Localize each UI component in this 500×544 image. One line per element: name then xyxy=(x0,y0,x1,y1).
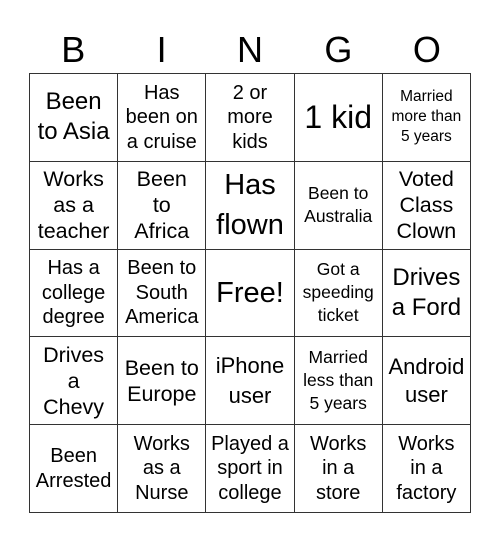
cell-label: Has been on a cruise xyxy=(125,81,198,153)
cell-label: Been to Asia xyxy=(37,88,110,146)
bingo-cell-r1-c4[interactable]: 1 kid xyxy=(294,74,383,162)
header-letter-o: O xyxy=(412,29,441,70)
cell-label: iPhone user xyxy=(215,352,285,408)
cell-label: Android user xyxy=(388,353,465,407)
bingo-cell-r1-c2[interactable]: Has been on a cruise xyxy=(118,74,207,162)
bingo-cell-r1-c3[interactable]: 2 or more kids xyxy=(206,74,295,162)
bingo-cell-r4-c3[interactable]: iPhone user xyxy=(206,337,295,426)
bingo-cell-r3-c2[interactable]: Been to South America xyxy=(118,249,207,338)
cell-label: Has flown xyxy=(216,169,284,242)
bingo-cell-r5-c5[interactable]: Works in a factory xyxy=(382,425,471,513)
header-letter-g: G xyxy=(324,29,353,70)
cell-label: Has a college degree xyxy=(41,257,106,329)
cell-label: Works as a teacher xyxy=(37,167,110,244)
cell-label: Married more than 5 years xyxy=(391,88,462,146)
bingo-cell-r4-c1[interactable]: Drives a Chevy xyxy=(30,337,119,426)
header-letter-i: I xyxy=(156,29,167,70)
cell-label: Works in a factory xyxy=(396,432,457,504)
cell-label: Been to Africa xyxy=(134,167,190,244)
cell-label: Drives a Chevy xyxy=(43,342,105,419)
bingo-cell-r2-c4[interactable]: Been to Australia xyxy=(294,161,383,250)
cell-label: Works in a store xyxy=(310,432,367,504)
bingo-cell-r5-c1[interactable]: Been Arrested xyxy=(30,425,119,513)
bingo-header: B I N G O xyxy=(29,28,471,72)
bingo-cell-r1-c1[interactable]: Been to Asia xyxy=(30,74,119,162)
bingo-cell-r5-c4[interactable]: Works in a store xyxy=(294,425,383,513)
bingo-cell-r5-c3[interactable]: Played a sport in college xyxy=(206,425,295,513)
cell-label: Got a speeding ticket xyxy=(302,259,374,326)
bingo-cell-r2-c1[interactable]: Works as a teacher xyxy=(30,161,119,250)
bingo-cell-r3-c5[interactable]: Drives a Ford xyxy=(382,249,471,338)
header-letter-n: N xyxy=(237,29,264,70)
cell-label: Been to Australia xyxy=(304,183,373,227)
header-letter-b: B xyxy=(61,29,86,70)
bingo-cell-r5-c2[interactable]: Works as a Nurse xyxy=(118,425,207,513)
bingo-cell-free[interactable]: Free! xyxy=(206,249,295,338)
cell-label: Been Arrested xyxy=(35,445,112,492)
bingo-cell-r4-c2[interactable]: Been to Europe xyxy=(118,337,207,426)
bingo-cell-r4-c4[interactable]: Married less than 5 years xyxy=(294,337,383,426)
bingo-board: Been to Asia Has been on a cruise 2 or m… xyxy=(29,73,471,513)
bingo-cell-r3-c1[interactable]: Has a college degree xyxy=(30,249,119,338)
cell-label: Been to South America xyxy=(125,257,199,329)
cell-label: Free! xyxy=(216,276,284,309)
cell-label: Been to Europe xyxy=(124,355,199,406)
cell-label: 2 or more kids xyxy=(227,81,273,153)
cell-label: Married less than 5 years xyxy=(303,347,374,414)
cell-label: Played a sport in college xyxy=(211,432,289,504)
bingo-cell-r2-c2[interactable]: Been to Africa xyxy=(118,161,207,250)
bingo-cell-r4-c5[interactable]: Android user xyxy=(382,337,471,426)
bingo-cell-r1-c5[interactable]: Married more than 5 years xyxy=(382,74,471,162)
cell-label: Voted Class Clown xyxy=(396,167,457,244)
bingo-cell-r3-c4[interactable]: Got a speeding ticket xyxy=(294,249,383,338)
cell-label: 1 kid xyxy=(304,99,372,136)
bingo-cell-r2-c3[interactable]: Has flown xyxy=(206,161,295,250)
cell-label: Drives a Ford xyxy=(391,263,462,321)
bingo-cell-r2-c5[interactable]: Voted Class Clown xyxy=(382,161,471,250)
cell-label: Works as a Nurse xyxy=(133,432,190,504)
